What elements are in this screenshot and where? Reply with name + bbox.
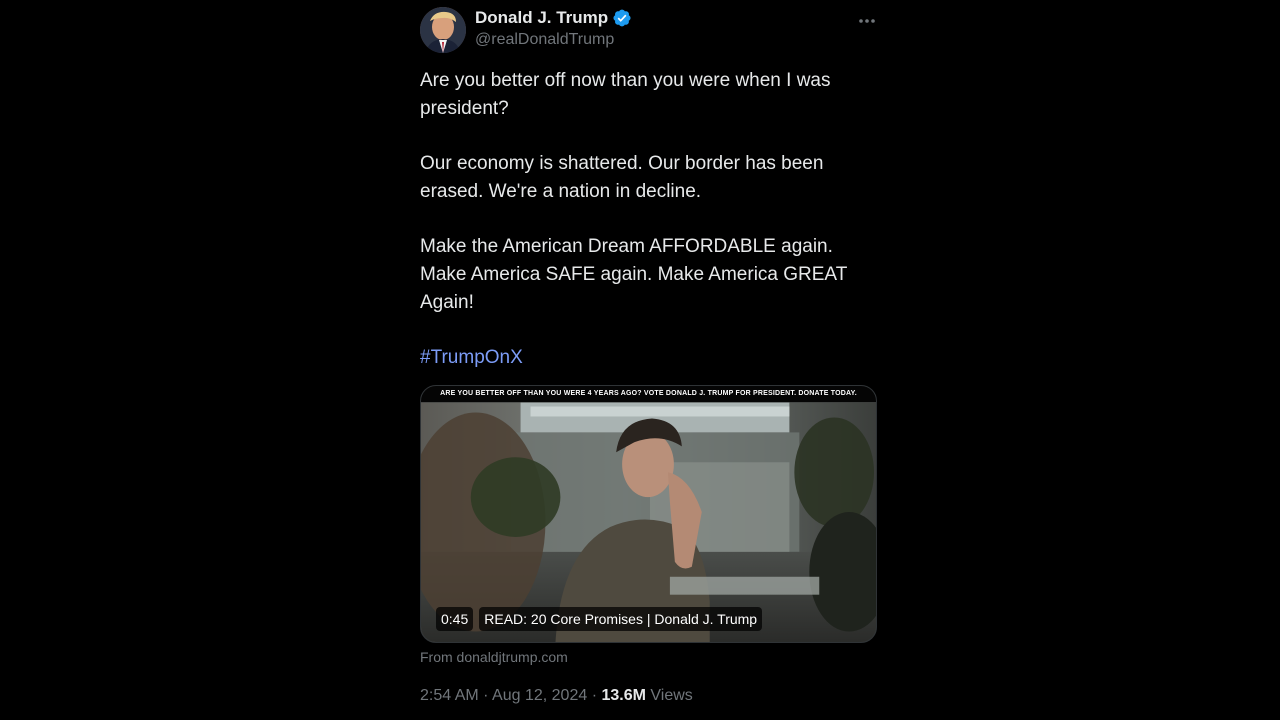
video-duration: 0:45 <box>436 607 474 631</box>
post: Donald J. Trump @realDonaldTrump Are you… <box>420 0 878 720</box>
meta-separator: · <box>591 687 598 704</box>
post-time[interactable]: 2:54 AM <box>420 687 479 704</box>
author-display-name[interactable]: Donald J. Trump <box>475 7 632 29</box>
video-title: READ: 20 Core Promises | Donald J. Trump <box>479 607 763 631</box>
source-link[interactable]: From donaldjtrump.com <box>420 648 568 666</box>
post-text: Are you better off now than you were whe… <box>420 67 878 399</box>
video-caption: 0:45 READ: 20 Core Promises | Donald J. … <box>436 607 763 631</box>
author-names: Donald J. Trump @realDonaldTrump <box>475 7 632 51</box>
post-meta: 2:54 AM · Aug 12, 2024 · 13.6M Views <box>420 685 693 707</box>
video-card[interactable]: ARE YOU BETTER OFF THAN YOU WERE 4 YEARS… <box>420 385 877 643</box>
hashtag-link[interactable]: #TrumpOnX <box>420 344 878 372</box>
author-name-text: Donald J. Trump <box>475 8 609 27</box>
views-label: Views <box>650 687 693 704</box>
post-paragraph: Our economy is shattered. Our border has… <box>420 153 824 202</box>
more-horizontal-icon[interactable] <box>856 10 878 32</box>
author-handle[interactable]: @realDonaldTrump <box>475 29 632 51</box>
views-count: 13.6M <box>601 687 646 704</box>
avatar-image <box>420 7 466 53</box>
meta-separator: · <box>483 687 489 704</box>
avatar[interactable] <box>420 7 466 53</box>
post-date[interactable]: Aug 12, 2024 <box>492 687 587 704</box>
post-paragraph: Make the American Dream AFFORDABLE again… <box>420 236 847 313</box>
post-paragraph: Are you better off now than you were whe… <box>420 70 831 119</box>
verified-badge-icon[interactable] <box>612 8 632 28</box>
post-header: Donald J. Trump @realDonaldTrump <box>420 6 878 54</box>
video-banner: ARE YOU BETTER OFF THAN YOU WERE 4 YEARS… <box>421 386 876 402</box>
